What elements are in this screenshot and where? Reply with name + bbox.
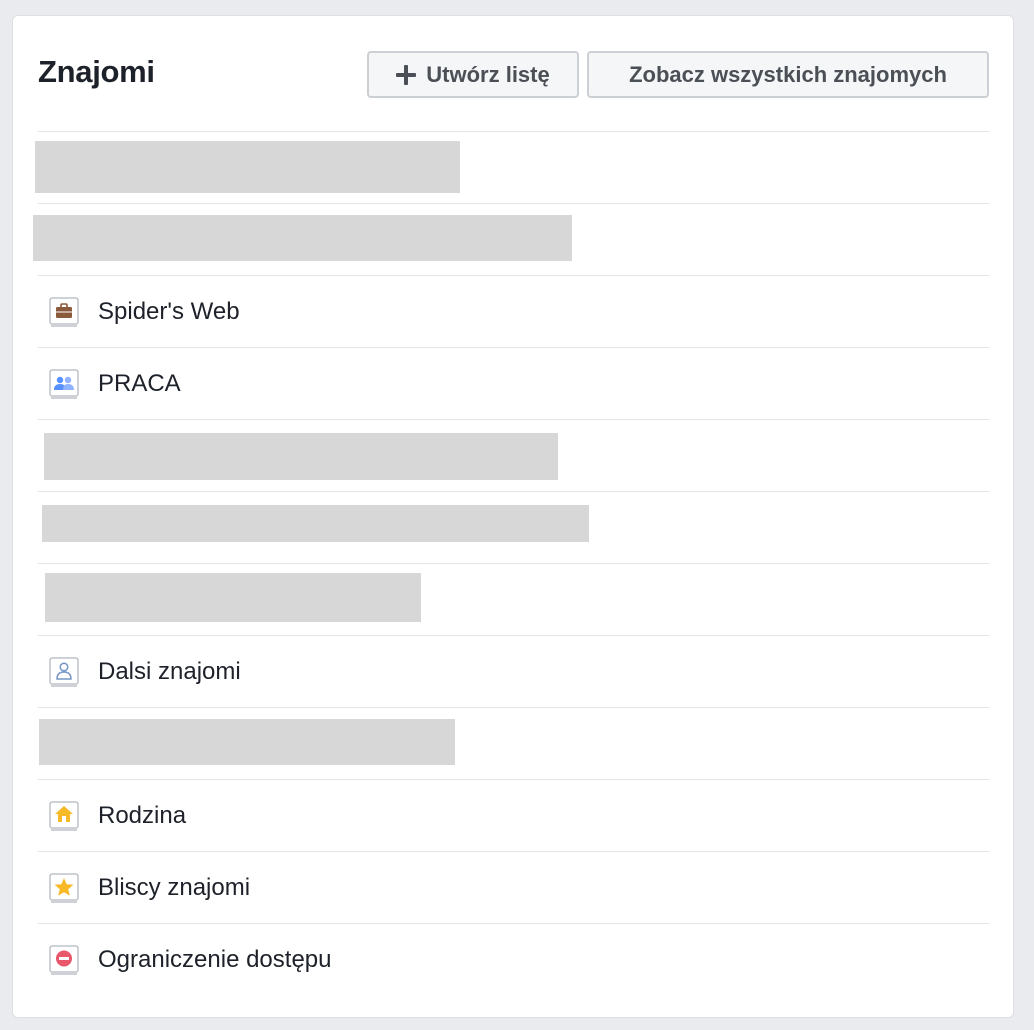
list-item-praca[interactable]: PRACA [38,347,989,419]
star-icon [49,873,79,903]
friends-card: Znajomi Utwórz listę Zobacz wszystkich z… [12,15,1014,1018]
list-label: Ograniczenie dostępu [98,945,332,973]
list-item[interactable] [33,203,989,275]
card-header: Znajomi Utwórz listę Zobacz wszystkich z… [13,16,1013,131]
list-item[interactable] [38,491,989,563]
list-item-dalsi-znajomi[interactable]: Dalsi znajomi [38,635,989,707]
redacted-block [42,505,589,542]
list-label: Dalsi znajomi [98,657,241,685]
plus-icon [396,64,417,85]
restricted-icon [49,945,79,975]
list-item[interactable] [38,563,989,635]
list-item-rodzina[interactable]: Rodzina [38,779,989,851]
page-title: Znajomi [38,54,155,89]
list-label: Bliscy znajomi [98,873,251,901]
redacted-block [45,573,421,622]
house-icon [49,801,79,831]
list-item-spiders-web[interactable]: Spider's Web [38,275,989,347]
briefcase-icon [49,297,79,327]
list-item-bliscy-znajomi[interactable]: Bliscy znajomi [38,851,989,923]
list-label: Rodzina [98,801,187,829]
redacted-block [33,215,572,261]
list-item[interactable] [38,419,989,491]
redacted-block [44,433,558,480]
redacted-block [39,719,455,765]
see-all-friends-label: Zobacz wszystkich znajomych [629,61,947,87]
create-list-label: Utwórz listę [426,61,550,87]
list-label: Spider's Web [98,297,240,325]
list-item[interactable] [38,707,989,779]
people-icon [49,369,79,399]
person-outline-icon [49,657,79,687]
see-all-friends-button[interactable]: Zobacz wszystkich znajomych [587,51,989,98]
list-item-ograniczenie-dostepu[interactable]: Ograniczenie dostępu [38,923,989,995]
friend-lists: Spider's Web PRACA Dalsi znajomi Rodzina… [33,131,989,995]
create-list-button[interactable]: Utwórz listę [367,51,579,98]
list-label: PRACA [98,369,181,397]
redacted-block [35,141,460,193]
list-item[interactable] [35,131,989,203]
